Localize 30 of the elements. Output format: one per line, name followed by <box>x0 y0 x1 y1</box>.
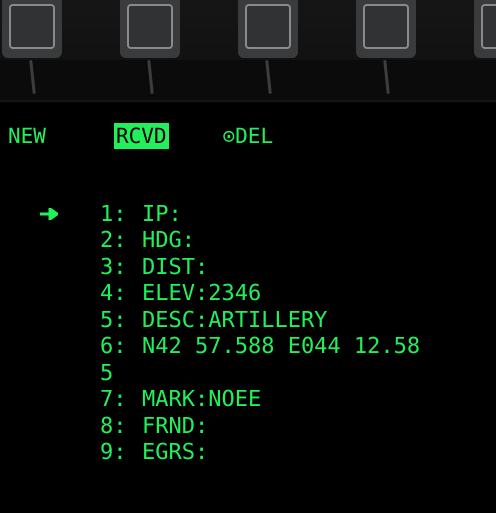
line-number: 1: <box>100 202 128 227</box>
line-number: 5: <box>100 308 128 333</box>
field-text[interactable]: IP: <box>142 202 182 227</box>
line-number: 3: <box>100 254 128 280</box>
lever <box>28 60 36 94</box>
lever <box>146 60 154 94</box>
field-text[interactable]: FRND: <box>142 414 208 439</box>
field-text[interactable]: ELEV:2346 <box>142 281 262 306</box>
menu-option[interactable]: NEW <box>6 123 48 149</box>
bezel-button[interactable] <box>356 0 416 58</box>
bezel-button[interactable] <box>2 0 62 58</box>
line-number: 2: <box>100 228 128 254</box>
menu-option[interactable]: ⊙DEL <box>220 123 276 149</box>
field-text[interactable]: N42 57.588 E044 12.58 <box>142 334 420 360</box>
field-text[interactable]: DIST: <box>142 254 208 280</box>
line-number: 4: <box>100 281 128 306</box>
bezel-button[interactable] <box>238 0 298 58</box>
field-text[interactable]: MARK:NOEE <box>142 387 262 412</box>
line-number: 7: <box>100 387 128 412</box>
line-number: 6: <box>100 334 128 360</box>
field-text[interactable]: DESC:ARTILLERY <box>142 308 328 333</box>
bezel-button[interactable] <box>120 0 180 58</box>
field-text[interactable]: EGRS: <box>142 440 208 466</box>
line-number: 8: <box>100 414 128 439</box>
line-number: 9: <box>100 440 128 466</box>
menu-option[interactable]: RCVD <box>114 123 169 149</box>
lever <box>264 60 272 94</box>
lever <box>382 60 390 94</box>
field-text[interactable]: HDG: <box>142 228 195 254</box>
field-text: 5 <box>100 360 114 386</box>
